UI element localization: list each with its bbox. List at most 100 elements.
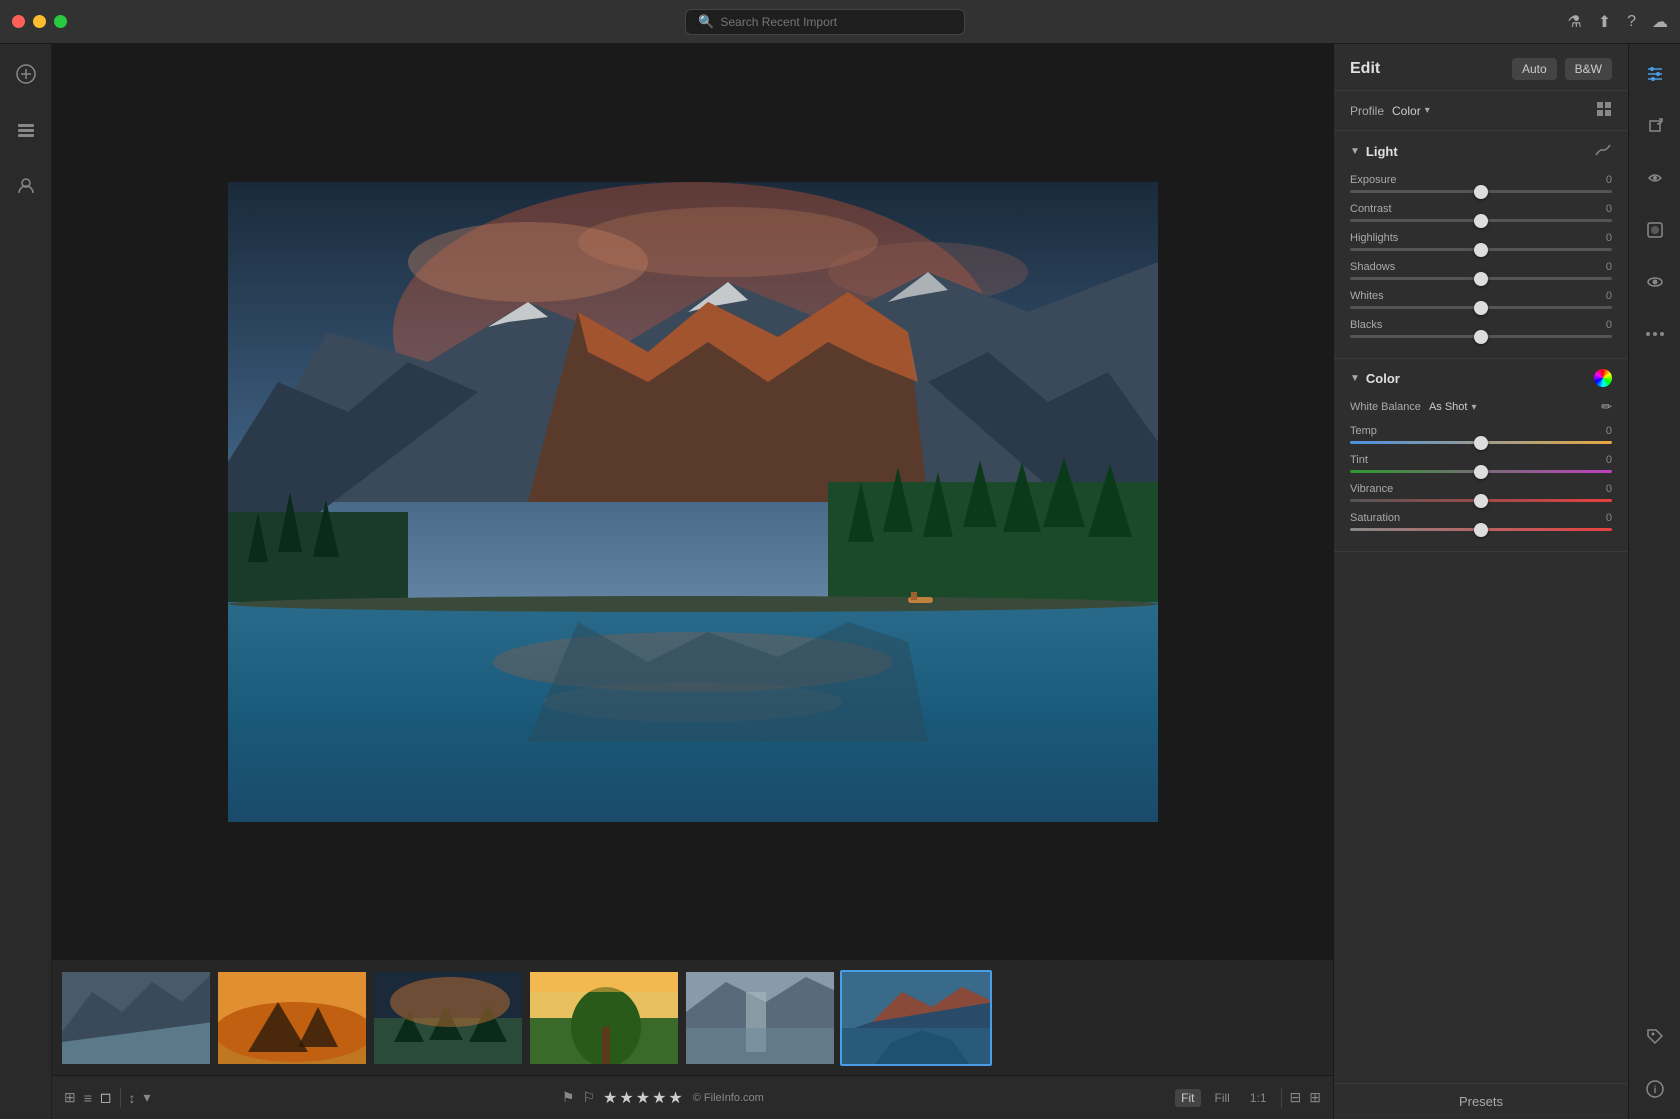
list-view-icon[interactable]: ≡ bbox=[84, 1090, 92, 1106]
add-icon[interactable] bbox=[8, 56, 44, 92]
masking-icon[interactable] bbox=[1637, 212, 1673, 248]
edit-sliders-icon[interactable] bbox=[1637, 56, 1673, 92]
help-icon[interactable]: ? bbox=[1627, 13, 1636, 31]
exposure-slider[interactable] bbox=[1350, 190, 1612, 193]
search-input[interactable] bbox=[720, 15, 952, 29]
profile-dropdown[interactable]: Color ▾ bbox=[1392, 104, 1430, 118]
filmstrip-item[interactable] bbox=[528, 970, 680, 1066]
filmstrip-item[interactable] bbox=[684, 970, 836, 1066]
separator bbox=[1281, 1088, 1282, 1108]
filmstrip-item-active[interactable] bbox=[840, 970, 992, 1066]
temp-slider[interactable] bbox=[1350, 441, 1612, 444]
contrast-slider[interactable] bbox=[1350, 219, 1612, 222]
color-wheel-icon[interactable] bbox=[1594, 369, 1612, 387]
more-tools-icon[interactable] bbox=[1637, 316, 1673, 352]
light-curve-icon[interactable] bbox=[1594, 141, 1612, 162]
white-balance-label: White Balance bbox=[1350, 401, 1421, 413]
whites-value: 0 bbox=[1606, 290, 1612, 302]
profile-grid-icon[interactable] bbox=[1596, 101, 1612, 120]
redeye-icon[interactable] bbox=[1637, 264, 1673, 300]
color-chevron-icon: ▼ bbox=[1350, 373, 1360, 384]
saturation-thumb[interactable] bbox=[1474, 523, 1488, 537]
contrast-thumb[interactable] bbox=[1474, 214, 1488, 228]
bottom-right-tools: Fit Fill 1:1 ⊟ ⊞ bbox=[1175, 1088, 1321, 1108]
saturation-value: 0 bbox=[1606, 512, 1612, 524]
tint-thumb[interactable] bbox=[1474, 465, 1488, 479]
tint-label: Tint bbox=[1350, 454, 1368, 466]
vibrance-slider[interactable] bbox=[1350, 499, 1612, 502]
filmstrip-item[interactable] bbox=[372, 970, 524, 1066]
maximize-button[interactable] bbox=[54, 15, 67, 28]
saturation-slider[interactable] bbox=[1350, 528, 1612, 531]
exposure-value: 0 bbox=[1606, 174, 1612, 186]
whites-slider[interactable] bbox=[1350, 306, 1612, 309]
fit-view-button[interactable]: Fit bbox=[1175, 1089, 1200, 1107]
contrast-label: Contrast bbox=[1350, 203, 1392, 215]
profile-value: Color bbox=[1392, 104, 1421, 118]
tint-slider[interactable] bbox=[1350, 470, 1612, 473]
close-button[interactable] bbox=[12, 15, 25, 28]
crop-rotate-icon[interactable] bbox=[1637, 108, 1673, 144]
blacks-slider[interactable] bbox=[1350, 335, 1612, 338]
side-by-side-icon[interactable]: ⊞ bbox=[1309, 1089, 1321, 1106]
search-box[interactable]: 🔍 bbox=[685, 9, 965, 35]
whites-label: Whites bbox=[1350, 290, 1384, 302]
minimize-button[interactable] bbox=[33, 15, 46, 28]
presets-button[interactable]: Presets bbox=[1334, 1083, 1628, 1119]
bottom-center-tools: ⚑ ⚐ ★★★★★ © FileInfo.com bbox=[163, 1088, 1164, 1108]
profile-row: Profile Color ▾ bbox=[1334, 91, 1628, 131]
white-balance-dropdown[interactable]: As Shot ▾ bbox=[1429, 401, 1477, 413]
library-icon[interactable] bbox=[8, 112, 44, 148]
sort-icon[interactable]: ↕ bbox=[129, 1090, 136, 1106]
fill-view-button[interactable]: Fill bbox=[1209, 1089, 1236, 1107]
contrast-value: 0 bbox=[1606, 203, 1612, 215]
grid-view-icon[interactable]: ⊞ bbox=[64, 1089, 76, 1106]
titlebar-actions: ⚗ ⬆ ? ☁ bbox=[1567, 12, 1668, 32]
bw-button[interactable]: B&W bbox=[1565, 58, 1612, 80]
metadata-tag-icon[interactable] bbox=[1637, 1019, 1673, 1055]
blacks-label: Blacks bbox=[1350, 319, 1382, 331]
titlebar: 🔍 ⚗ ⬆ ? ☁ bbox=[0, 0, 1680, 44]
exposure-thumb[interactable] bbox=[1474, 185, 1488, 199]
info-icon[interactable]: i bbox=[1637, 1071, 1673, 1107]
shadows-slider[interactable] bbox=[1350, 277, 1612, 280]
shadows-thumb[interactable] bbox=[1474, 272, 1488, 286]
eyedropper-icon[interactable]: ✏ bbox=[1601, 399, 1612, 415]
ratio-view-button[interactable]: 1:1 bbox=[1244, 1089, 1273, 1107]
highlights-thumb[interactable] bbox=[1474, 243, 1488, 257]
filter-icon[interactable]: ⚗ bbox=[1567, 12, 1581, 32]
star-rating[interactable]: ★★★★★ bbox=[603, 1088, 685, 1108]
flag2-icon[interactable]: ⚐ bbox=[582, 1089, 595, 1106]
single-view-icon[interactable]: ◻ bbox=[100, 1089, 112, 1106]
color-section-header[interactable]: ▼ Color bbox=[1350, 369, 1612, 387]
filmstrip-item[interactable] bbox=[216, 970, 368, 1066]
blacks-thumb[interactable] bbox=[1474, 330, 1488, 344]
contrast-slider-row: Contrast 0 bbox=[1350, 203, 1612, 222]
auto-button[interactable]: Auto bbox=[1512, 58, 1557, 80]
cloud-icon[interactable]: ☁ bbox=[1652, 12, 1668, 32]
shadows-label: Shadows bbox=[1350, 261, 1395, 273]
light-section-header[interactable]: ▼ Light bbox=[1350, 141, 1612, 162]
share-icon[interactable]: ⬆ bbox=[1598, 12, 1611, 32]
vibrance-label: Vibrance bbox=[1350, 483, 1393, 495]
heal-icon[interactable] bbox=[1637, 160, 1673, 196]
profile-label: Profile bbox=[1350, 104, 1384, 118]
bottom-toolbar: ⊞ ≡ ◻ ↕ ▾ ⚑ ⚐ ★★★★★ © FileInfo.com Fit F… bbox=[52, 1075, 1333, 1119]
separator bbox=[120, 1088, 121, 1108]
temp-thumb[interactable] bbox=[1474, 436, 1488, 450]
flag-icon[interactable]: ⚑ bbox=[562, 1089, 575, 1106]
tint-value: 0 bbox=[1606, 454, 1612, 466]
people-icon[interactable] bbox=[8, 168, 44, 204]
exposure-slider-row: Exposure 0 bbox=[1350, 174, 1612, 193]
compare-icon[interactable]: ⊟ bbox=[1290, 1089, 1302, 1106]
saturation-slider-row: Saturation 0 bbox=[1350, 512, 1612, 531]
vibrance-thumb[interactable] bbox=[1474, 494, 1488, 508]
shadows-value: 0 bbox=[1606, 261, 1612, 273]
saturation-label: Saturation bbox=[1350, 512, 1400, 524]
sort-dropdown-icon[interactable]: ▾ bbox=[144, 1089, 151, 1106]
light-chevron-icon: ▼ bbox=[1350, 146, 1360, 157]
whites-thumb[interactable] bbox=[1474, 301, 1488, 315]
highlights-slider[interactable] bbox=[1350, 248, 1612, 251]
blacks-slider-row: Blacks 0 bbox=[1350, 319, 1612, 338]
filmstrip-item[interactable] bbox=[60, 970, 212, 1066]
